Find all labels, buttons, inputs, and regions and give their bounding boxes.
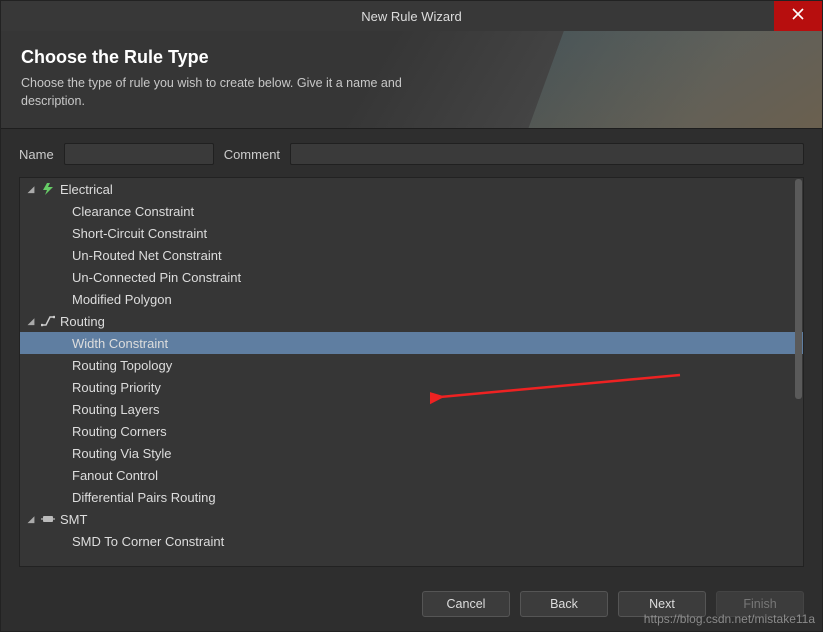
tree-item[interactable]: Routing Via Style	[20, 442, 803, 464]
tree-category-electrical[interactable]: ◢ Electrical	[20, 178, 803, 200]
tree-item-label: Differential Pairs Routing	[72, 490, 216, 505]
tree-item[interactable]: Routing Priority	[20, 376, 803, 398]
tree-item-label: Routing Topology	[72, 358, 172, 373]
tree-item[interactable]: Clearance Constraint	[20, 200, 803, 222]
tree-item-label: SMD To Corner Constraint	[72, 534, 224, 549]
tree-category-smt[interactable]: ◢ SMT	[20, 508, 803, 530]
cancel-button[interactable]: Cancel	[422, 591, 510, 617]
page-title: Choose the Rule Type	[21, 47, 802, 68]
wizard-header: Choose the Rule Type Choose the type of …	[1, 31, 822, 129]
scrollbar[interactable]	[795, 179, 802, 399]
tree-item-label: Clearance Constraint	[72, 204, 194, 219]
chevron-down-icon: ◢	[26, 316, 36, 327]
tree-item-label: Un-Connected Pin Constraint	[72, 270, 241, 285]
close-button[interactable]	[774, 1, 822, 31]
tree-item[interactable]: Differential Pairs Routing	[20, 486, 803, 508]
tree-item[interactable]: Routing Topology	[20, 354, 803, 376]
comment-label: Comment	[224, 147, 280, 162]
titlebar: New Rule Wizard	[1, 1, 822, 31]
content-area: Name Comment ◢ Electrical Clearance Constr…	[1, 129, 822, 581]
name-comment-row: Name Comment	[19, 143, 804, 165]
electrical-icon	[40, 181, 56, 197]
tree-item[interactable]: Width Constraint	[20, 332, 803, 354]
tree-item-label: Routing Corners	[72, 424, 167, 439]
close-icon	[792, 7, 804, 25]
back-button[interactable]: Back	[520, 591, 608, 617]
wizard-window: New Rule Wizard Choose the Rule Type Cho…	[0, 0, 823, 632]
chevron-down-icon: ◢	[26, 514, 36, 525]
tree-item[interactable]: Fanout Control	[20, 464, 803, 486]
rule-tree[interactable]: ◢ Electrical Clearance Constraint Short-Cir…	[19, 177, 804, 567]
window-title: New Rule Wizard	[361, 9, 461, 24]
tree-item[interactable]: Modified Polygon	[20, 288, 803, 310]
tree-item-label: Routing Layers	[72, 402, 159, 417]
tree-item-label: Routing Via Style	[72, 446, 172, 461]
name-label: Name	[19, 147, 54, 162]
tree-category-label: SMT	[60, 512, 87, 527]
tree-item-label: Short-Circuit Constraint	[72, 226, 207, 241]
tree-item-label: Width Constraint	[72, 336, 168, 351]
tree-category-routing[interactable]: ◢ Routing	[20, 310, 803, 332]
tree-item[interactable]: Un-Routed Net Constraint	[20, 244, 803, 266]
tree-item-label: Routing Priority	[72, 380, 161, 395]
smt-icon	[40, 511, 56, 527]
comment-input[interactable]	[290, 143, 804, 165]
tree-item[interactable]: Routing Corners	[20, 420, 803, 442]
tree-item[interactable]: Un-Connected Pin Constraint	[20, 266, 803, 288]
chevron-down-icon: ◢	[26, 184, 36, 195]
tree-category-label: Electrical	[60, 182, 113, 197]
tree-item[interactable]: SMD To Corner Constraint	[20, 530, 803, 552]
routing-icon	[40, 313, 56, 329]
tree-item-label: Un-Routed Net Constraint	[72, 248, 222, 263]
page-description: Choose the type of rule you wish to crea…	[21, 74, 441, 110]
watermark: https://blog.csdn.net/mistake11a	[644, 612, 815, 626]
tree-item-label: Modified Polygon	[72, 292, 172, 307]
tree-item[interactable]: Routing Layers	[20, 398, 803, 420]
name-input[interactable]	[64, 143, 214, 165]
tree-item[interactable]: Short-Circuit Constraint	[20, 222, 803, 244]
tree-item-label: Fanout Control	[72, 468, 158, 483]
tree-category-label: Routing	[60, 314, 105, 329]
